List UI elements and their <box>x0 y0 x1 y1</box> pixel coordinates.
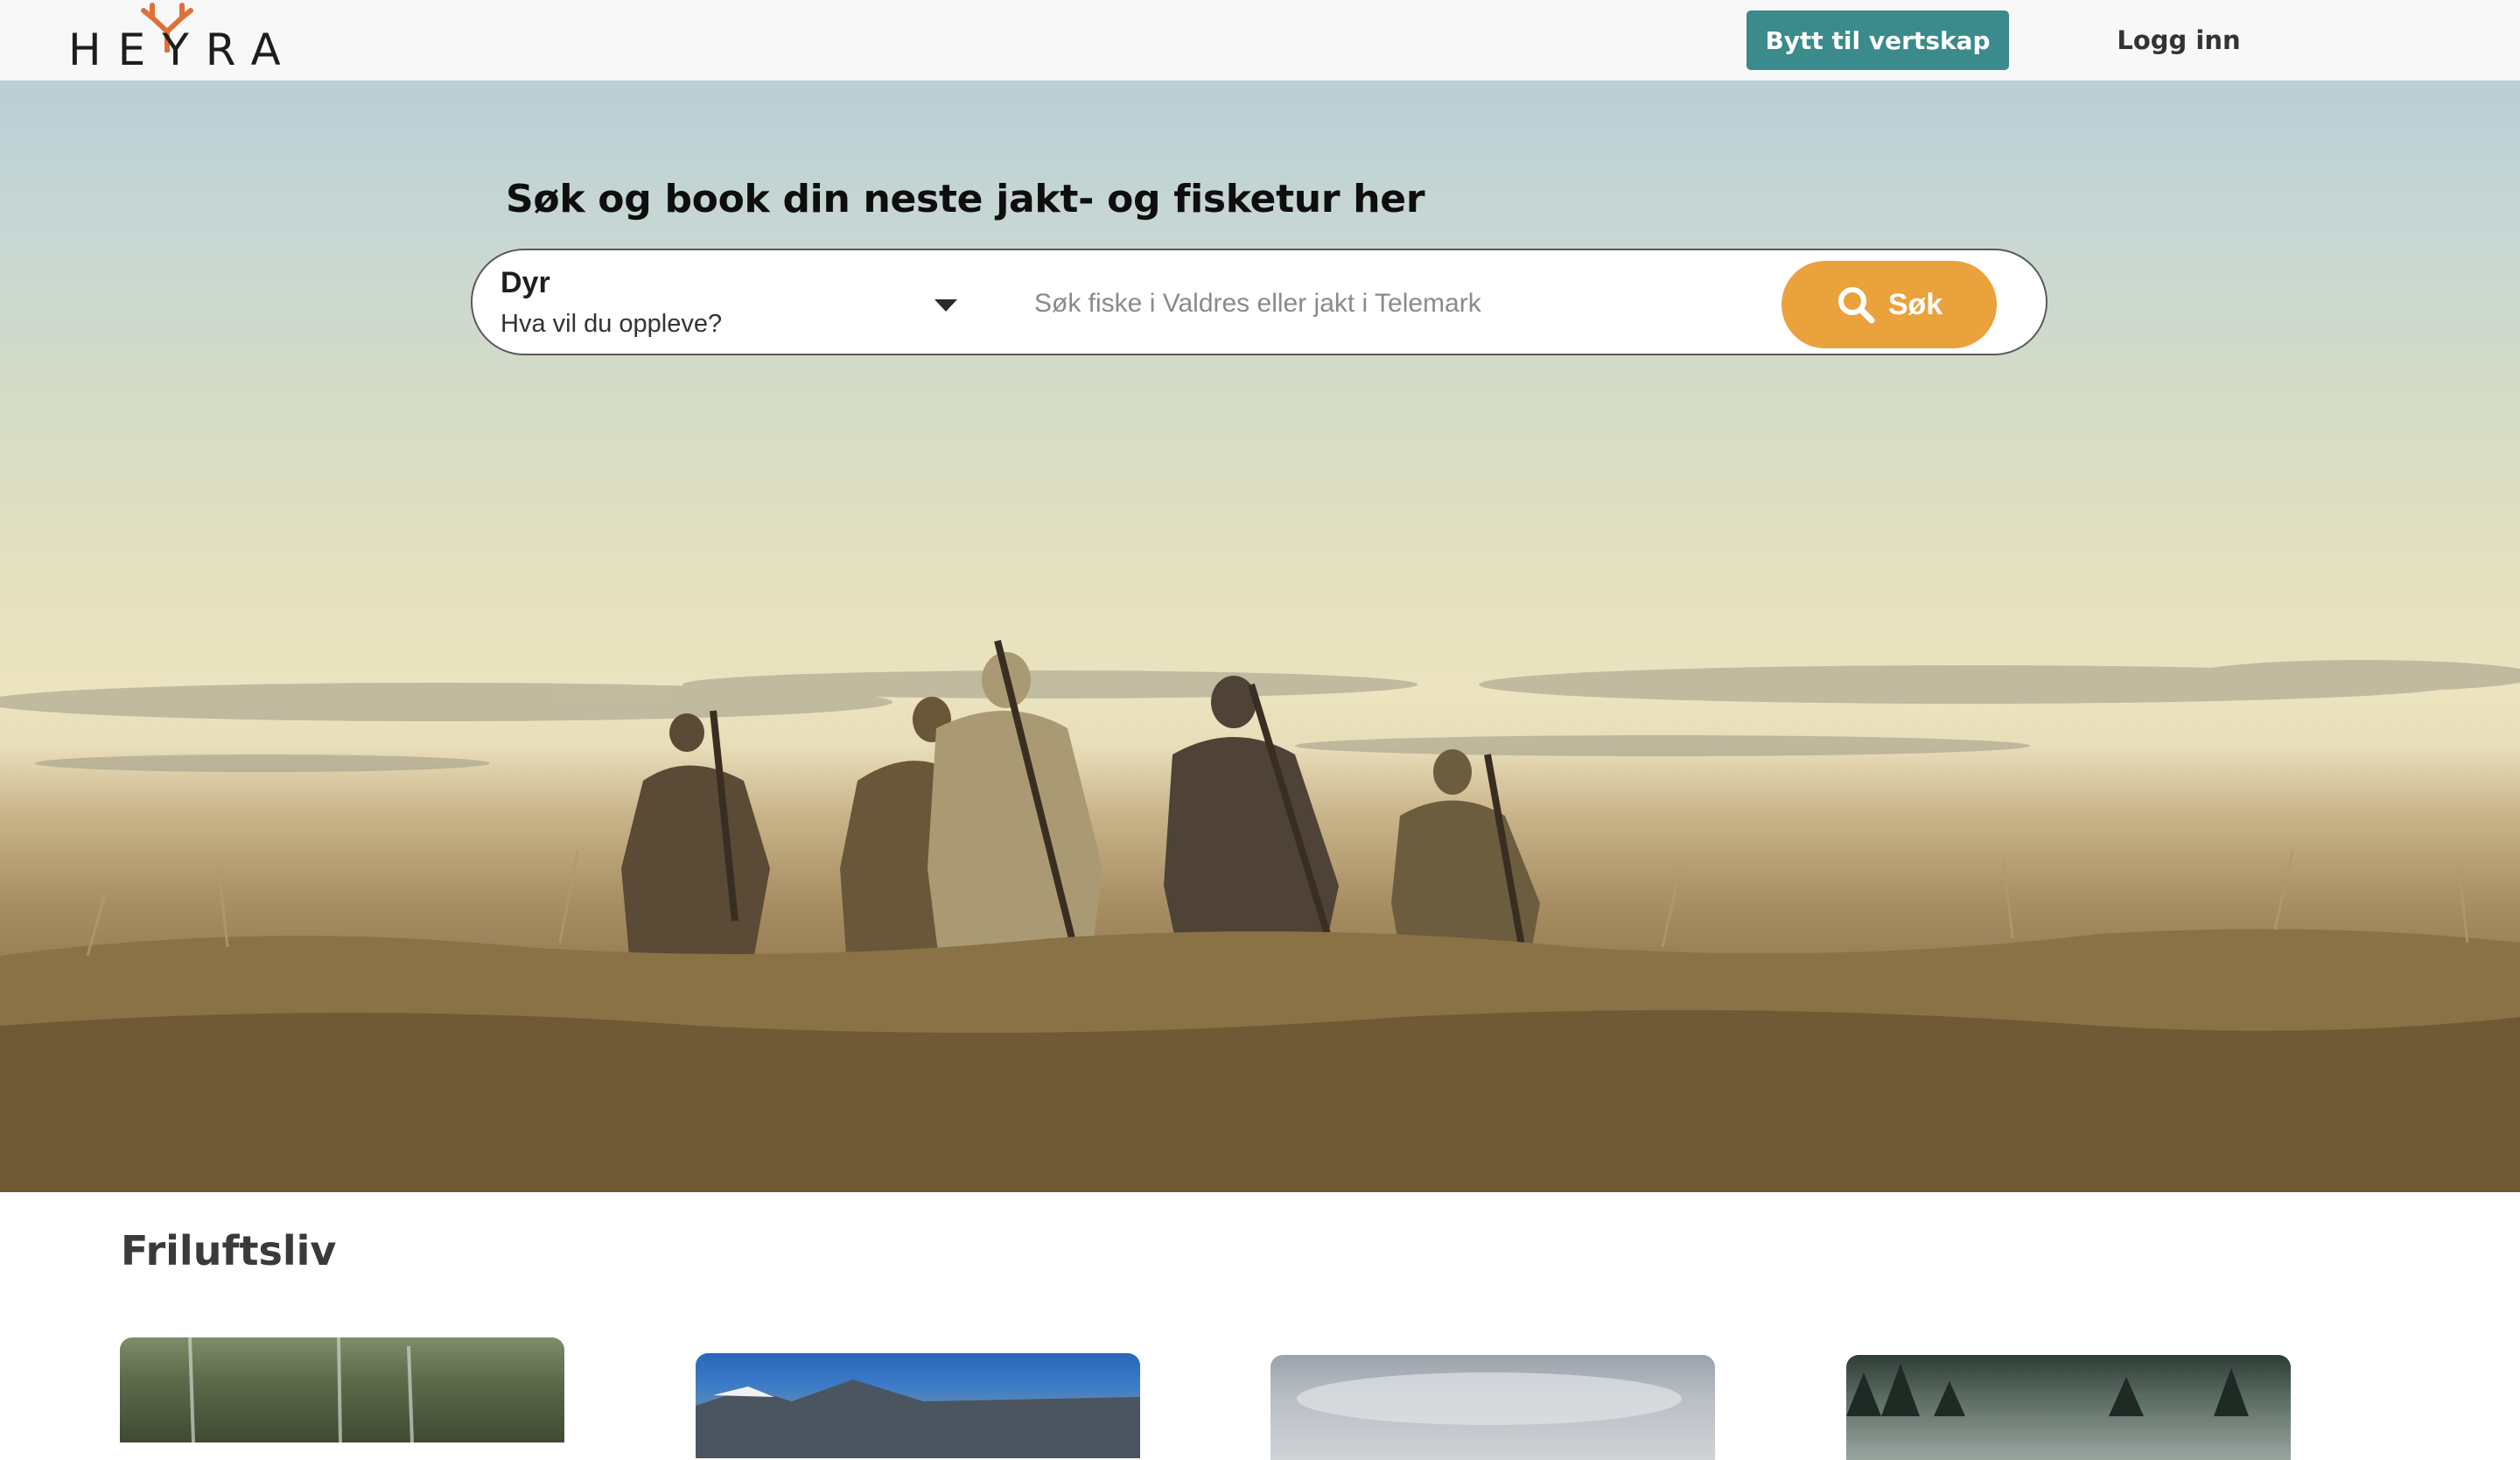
search-button[interactable]: Søk <box>1782 261 1997 348</box>
logo-wordmark: HEYRA <box>68 25 298 75</box>
category-dropdown[interactable]: Dyr Hva vil du oppleve? <box>500 261 957 345</box>
search-icon <box>1838 287 1875 324</box>
experience-card[interactable] <box>1270 1355 1715 1460</box>
search-button-label: Søk <box>1887 287 1943 321</box>
experience-card[interactable] <box>1846 1355 2291 1460</box>
experience-card[interactable] <box>120 1337 564 1442</box>
login-link[interactable]: Logg inn <box>2100 11 2258 70</box>
search-input[interactable] <box>1032 268 1718 340</box>
category-label: Dyr <box>500 266 550 299</box>
heyra-logo[interactable]: HEYRA <box>68 2 281 75</box>
hero-title: Søk og book din neste jakt- og fisketur … <box>506 177 1425 221</box>
category-value: Hva vil du oppleve? <box>500 310 723 338</box>
hero-hunters-image <box>0 640 2520 1192</box>
hero-banner: Søk og book din neste jakt- og fisketur … <box>0 81 2520 1192</box>
switch-to-host-button[interactable]: Bytt til vertskap <box>1746 11 2009 70</box>
card-image <box>188 1337 414 1442</box>
section-title-friluftsliv: Friluftsliv <box>121 1227 337 1274</box>
chevron-down-icon <box>934 299 957 312</box>
experience-card[interactable] <box>696 1353 1140 1458</box>
card-image <box>696 1379 1140 1458</box>
top-navbar: HEYRA Bytt til vertskap Logg inn <box>0 0 2520 81</box>
search-bar: Dyr Hva vil du oppleve? Søk <box>471 249 2048 355</box>
card-image <box>1846 1364 2249 1416</box>
card-image <box>1297 1372 1682 1425</box>
